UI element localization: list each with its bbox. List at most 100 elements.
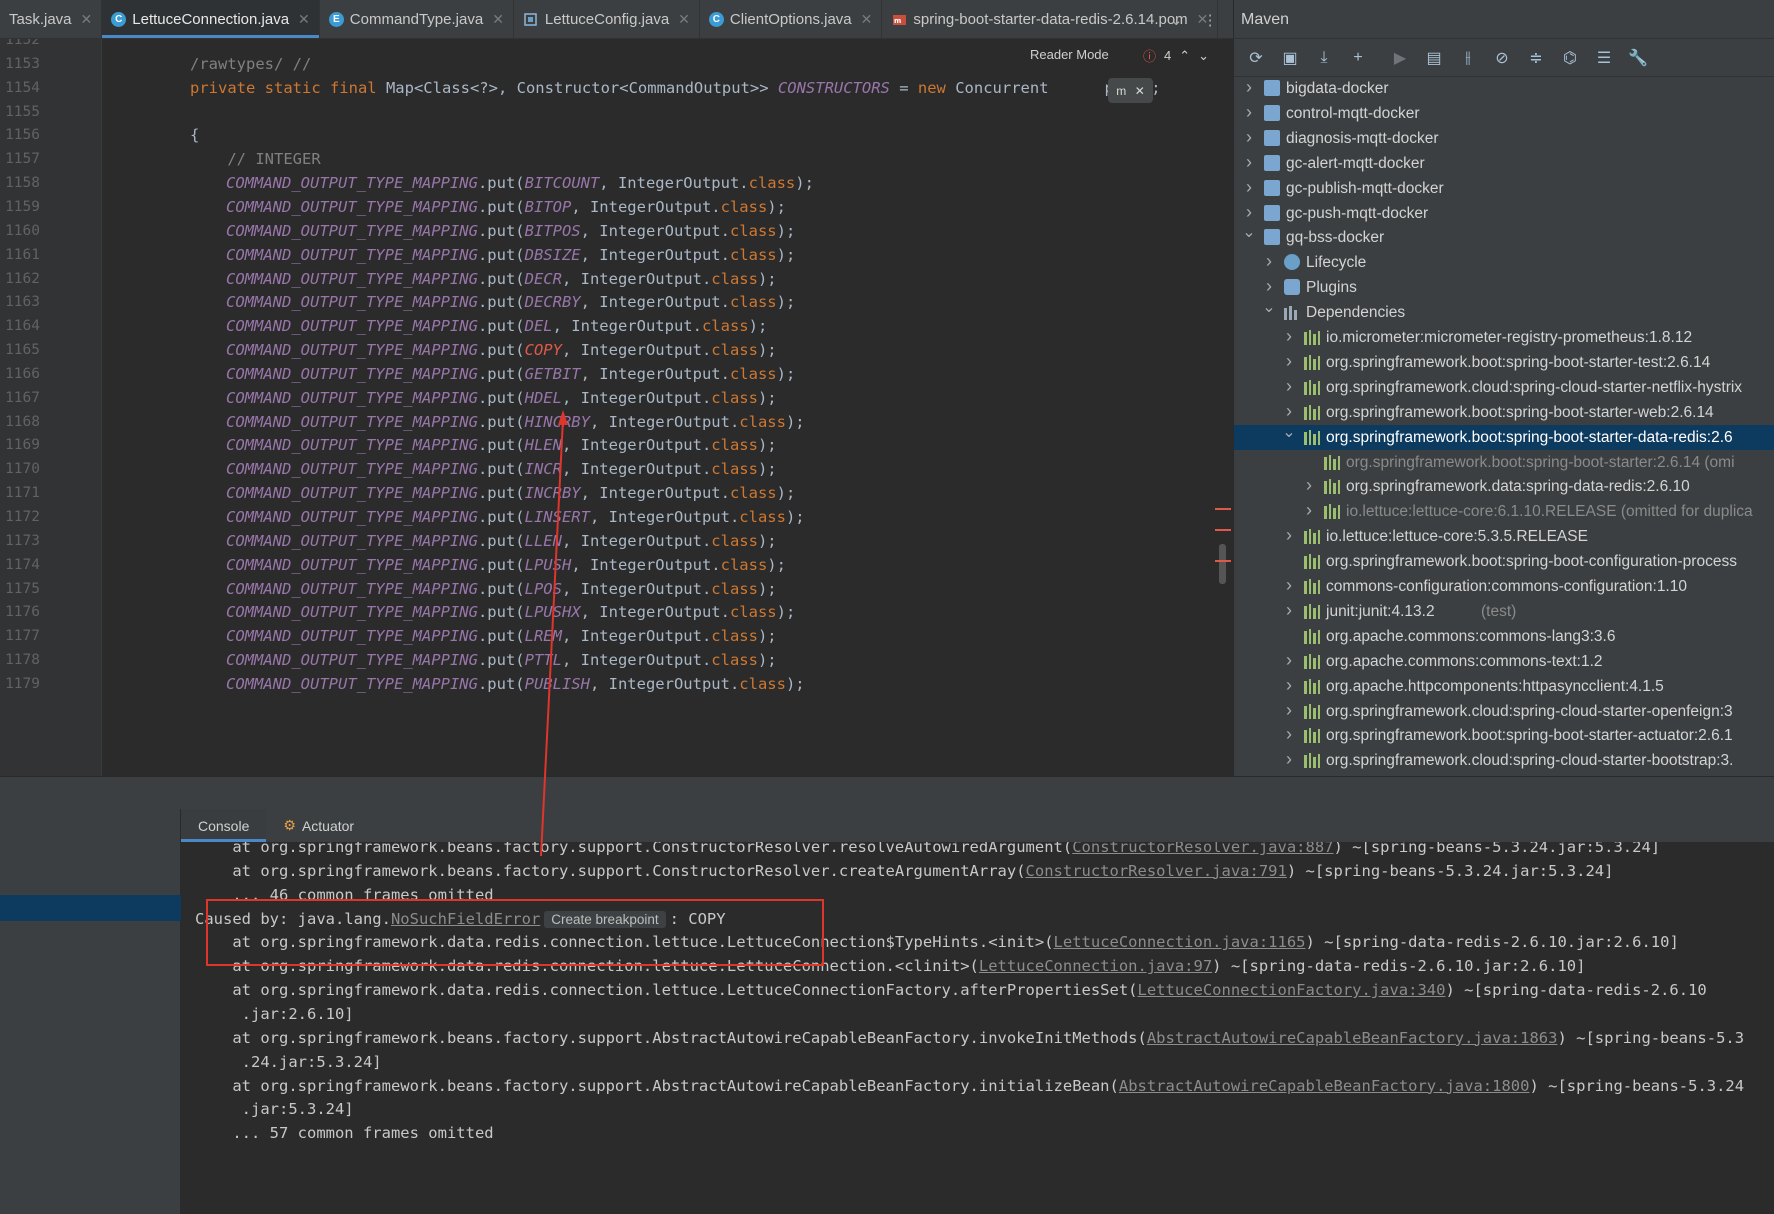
source-link[interactable]: AbstractAutowireCapableBeanFactory.java:… xyxy=(1119,1077,1530,1095)
close-tab-icon[interactable]: ✕ xyxy=(298,11,310,28)
maven-tree-item[interactable]: ⌄ Dependencies xyxy=(1234,299,1774,325)
collapse-icon[interactable]: ≑ xyxy=(1522,44,1550,72)
chevron-down-icon[interactable]: ⌄ xyxy=(1242,220,1256,245)
run-list-selected-item[interactable] xyxy=(0,895,181,921)
code-token: .put( xyxy=(477,269,525,288)
maven-tree-item[interactable]: › Lifecycle xyxy=(1234,250,1774,275)
tab-spring-boot-starter-data-redis-2-6-14-pom[interactable]: m spring-boot-starter-data-redis-2.6.14.p… xyxy=(882,0,1219,38)
chevron-right-icon[interactable]: › xyxy=(1282,598,1296,623)
maven-tree-item[interactable]: org.springframework.boot:spring-boot-sta… xyxy=(1234,450,1774,475)
chevron-up-icon[interactable]: ⌃ xyxy=(1179,48,1190,64)
chevron-down-icon[interactable]: ⌄ xyxy=(1282,420,1296,445)
chevron-right-icon[interactable]: › xyxy=(1282,698,1296,723)
tab-commandtype-java[interactable]: E CommandType.java ✕ xyxy=(320,0,514,38)
tab-lettuceconnection-java[interactable]: C LettuceConnection.java ✕ xyxy=(102,0,320,38)
more-vertical-icon[interactable]: ⋮ xyxy=(1203,11,1218,29)
source-link[interactable]: LettuceConnection.java:1165 xyxy=(1054,933,1306,951)
execute-goal-icon[interactable]: ▤ xyxy=(1420,44,1448,72)
close-tab-icon[interactable]: ✕ xyxy=(81,11,93,28)
maven-reload-float[interactable]: m ✕ xyxy=(1108,78,1153,103)
settings-icon[interactable]: 🔧 xyxy=(1624,44,1652,72)
maven-tree-item[interactable]: › org.springframework.boot:spring-boot-st… xyxy=(1234,350,1774,375)
maven-tree-item[interactable]: ⌄ gq-bss-docker xyxy=(1234,224,1774,250)
maven-tree-item[interactable]: › io.lettuce:lettuce-core:5.3.5.RELEASE xyxy=(1234,524,1774,549)
code-token: , IntegerOutput. xyxy=(580,245,730,264)
code-editor[interactable]: 1152 1153/rawtypes/ //1154 private static … xyxy=(0,39,1233,776)
maven-tree-item[interactable]: › org.springframework.cloud:spring-cloud-… xyxy=(1234,699,1774,724)
tab-clientoptions-java[interactable]: C ClientOptions.java ✕ xyxy=(700,0,883,38)
chevron-right-icon[interactable]: › xyxy=(1282,573,1296,598)
maven-tree-item[interactable]: › org.springframework.boot:spring-boot-st… xyxy=(1234,723,1774,748)
show-deps-icon[interactable]: ⌬ xyxy=(1556,44,1584,72)
chevron-right-icon[interactable]: › xyxy=(1282,324,1296,349)
error-stripe-mark[interactable] xyxy=(1215,560,1231,562)
run-icon[interactable]: ▶ xyxy=(1386,44,1414,72)
maven-tree-item[interactable]: › io.micrometer:micrometer-registry-prome… xyxy=(1234,325,1774,350)
lifecycle-icon[interactable]: ☰ xyxy=(1590,44,1618,72)
error-indicator[interactable]: ⓘ 4 ⌃ ⌄ xyxy=(1143,46,1209,65)
maven-tree-item[interactable]: › commons-configuration:commons-configura… xyxy=(1234,574,1774,599)
maven-tree-item[interactable]: › bigdata-docker xyxy=(1234,76,1774,101)
panel-splitter[interactable] xyxy=(0,776,1774,809)
chevron-right-icon[interactable]: › xyxy=(1282,747,1296,772)
source-link[interactable]: LettuceConnectionFactory.java:340 xyxy=(1138,981,1446,999)
chevron-right-icon[interactable]: › xyxy=(1242,100,1256,125)
maven-tree-item[interactable]: › org.apache.httpcomponents:httpasyncclie… xyxy=(1234,674,1774,699)
chevron-right-icon[interactable]: › xyxy=(1242,175,1256,200)
maven-tree-item[interactable]: › org.springframework.cloud:spring-cloud-… xyxy=(1234,748,1774,773)
maven-tree-item[interactable]: › org.springframework.cloud:spring-cloud-… xyxy=(1234,375,1774,400)
reload-icon[interactable]: ⟳ xyxy=(1242,44,1270,72)
tab-console[interactable]: Console xyxy=(181,809,267,842)
chevron-right-icon[interactable]: › xyxy=(1282,349,1296,374)
maven-tree-item[interactable]: › control-mqtt-docker xyxy=(1234,101,1774,126)
source-link[interactable]: ConstructorResolver.java:887 xyxy=(1072,842,1333,856)
maven-tree-item[interactable]: › Plugins xyxy=(1234,275,1774,300)
source-link[interactable]: ConstructorResolver.java:791 xyxy=(1026,862,1287,880)
skip-tests-icon[interactable]: ⊘ xyxy=(1488,44,1516,72)
chevron-right-icon[interactable]: › xyxy=(1242,150,1256,175)
close-tab-icon[interactable]: ✕ xyxy=(678,11,690,28)
toggle-offline-icon[interactable]: ⫲ xyxy=(1454,44,1482,72)
maven-tree-item[interactable]: › org.springframework.boot:spring-boot-st… xyxy=(1234,400,1774,425)
editor-scrollbar[interactable] xyxy=(1219,544,1226,584)
chevron-right-icon[interactable]: › xyxy=(1302,473,1316,498)
maven-tree-item[interactable]: › gc-push-mqtt-docker xyxy=(1234,201,1774,226)
chevron-down-icon[interactable]: ⌄ xyxy=(1170,11,1183,29)
tab-task-java[interactable]: Task.java ✕ xyxy=(0,0,103,38)
chevron-right-icon[interactable]: › xyxy=(1282,722,1296,747)
maven-tree-item[interactable]: › org.apache.commons:commons-text:1.2 xyxy=(1234,649,1774,674)
chevron-right-icon[interactable]: › xyxy=(1282,648,1296,673)
maven-tree-item[interactable]: › org.springframework.data:spring-data-re… xyxy=(1234,474,1774,499)
download-icon[interactable]: ⤓ xyxy=(1310,44,1338,72)
chevron-right-icon[interactable]: › xyxy=(1282,374,1296,399)
plus-icon[interactable]: + xyxy=(1344,44,1372,72)
chevron-down-icon[interactable]: ⌄ xyxy=(1262,295,1276,320)
chevron-right-icon[interactable]: › xyxy=(1242,75,1256,100)
source-link[interactable]: LettuceConnection.java:97 xyxy=(979,957,1212,975)
reader-mode-toggle[interactable]: Reader Mode xyxy=(1030,47,1109,62)
add-folder-icon[interactable]: ▣ xyxy=(1276,44,1304,72)
maven-tree-item[interactable]: › gc-alert-mqtt-docker xyxy=(1234,151,1774,176)
chevron-right-icon[interactable]: › xyxy=(1242,125,1256,150)
maven-tree-item[interactable]: org.springframework.boot:spring-boot-con… xyxy=(1234,549,1774,574)
error-stripe-mark[interactable] xyxy=(1215,529,1231,531)
maven-tree-item[interactable]: › junit:junit:4.13.2 (test) xyxy=(1234,599,1774,624)
chevron-right-icon[interactable]: › xyxy=(1282,523,1296,548)
maven-tree-item[interactable]: ⌄ org.springframework.boot:spring-boot-st… xyxy=(1234,424,1774,450)
chevron-down-icon[interactable]: ⌄ xyxy=(1198,48,1209,64)
tab-lettuceconfig-java[interactable]: LettuceConfig.java ✕ xyxy=(514,0,700,38)
tab-actuator[interactable]: ⚙ Actuator xyxy=(266,809,371,842)
close-tab-icon[interactable]: ✕ xyxy=(492,11,504,28)
maven-tree-item[interactable]: › gc-publish-mqtt-docker xyxy=(1234,176,1774,201)
source-link[interactable]: AbstractAutowireCapableBeanFactory.java:… xyxy=(1147,1029,1558,1047)
chevron-right-icon[interactable]: › xyxy=(1282,673,1296,698)
close-tab-icon[interactable]: ✕ xyxy=(861,11,873,28)
chevron-right-icon[interactable]: › xyxy=(1302,498,1316,523)
console-output[interactable]: at org.springframework.beans.factory.sup… xyxy=(181,842,1774,1214)
error-stripe-mark[interactable] xyxy=(1215,508,1231,510)
chevron-right-icon[interactable]: › xyxy=(1262,249,1276,274)
maven-tree-item[interactable]: org.apache.commons:commons-lang3:3.6 xyxy=(1234,624,1774,649)
close-icon[interactable]: ✕ xyxy=(1135,84,1145,98)
maven-tree-item[interactable]: › diagnosis-mqtt-docker xyxy=(1234,126,1774,151)
maven-tree-item[interactable]: › io.lettuce:lettuce-core:6.1.10.RELEASE … xyxy=(1234,499,1774,524)
